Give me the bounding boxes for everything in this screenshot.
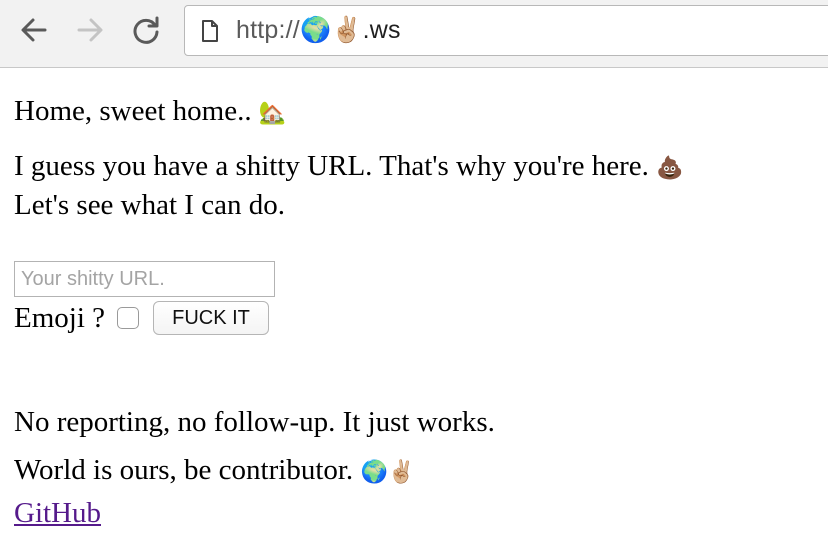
emoji-options-row: Emoji ? FUCK IT <box>14 298 270 338</box>
tagline-2-line: World is ours, be contributor. 🌍✌🏼 <box>14 450 495 493</box>
forward-button[interactable] <box>74 14 106 46</box>
greeting-text: Home, sweet home.. <box>14 95 252 127</box>
intro-text-2: Let's see what I can do. <box>14 189 285 221</box>
browser-toolbar: http://🌍✌🏼.ws <box>0 0 828 68</box>
poop-emoji-icon: 💩 <box>656 156 684 181</box>
url-scheme: http:// <box>236 16 300 44</box>
arrow-left-icon <box>21 18 47 42</box>
address-bar[interactable]: http://🌍✌🏼.ws <box>184 5 828 56</box>
github-line: GitHub <box>14 493 495 533</box>
submit-button[interactable]: FUCK IT <box>153 301 270 335</box>
page-icon <box>202 20 218 42</box>
tagline-1: No reporting, no follow-up. It just work… <box>14 406 495 438</box>
url-text[interactable]: http://🌍✌🏼.ws <box>236 16 401 45</box>
url-emoji: 🌍✌🏼 <box>299 16 363 44</box>
intro-text-1: I guess you have a shitty URL. That's wh… <box>14 150 649 182</box>
house-emoji-icon: 🏡 <box>258 101 287 126</box>
reload-icon <box>133 16 159 44</box>
page-content: Home, sweet home.. 🏡 I guess you have a … <box>14 93 814 223</box>
back-button[interactable] <box>18 14 50 46</box>
greeting-line: Home, sweet home.. 🏡 <box>14 93 814 132</box>
emoji-label: Emoji ? <box>14 301 106 334</box>
globe-peace-emoji-icon: 🌍✌🏼 <box>360 460 416 485</box>
intro-line-1: I guess you have a shitty URL. That's wh… <box>14 148 814 187</box>
footer: No reporting, no follow-up. It just work… <box>14 402 495 533</box>
github-link[interactable]: GitHub <box>14 497 101 529</box>
intro-line-2: Let's see what I can do. <box>14 187 814 223</box>
url-suffix: .ws <box>362 16 401 44</box>
arrow-right-icon <box>77 18 103 42</box>
url-input[interactable] <box>14 261 275 297</box>
tagline-2: World is ours, be contributor. <box>14 454 354 486</box>
emoji-checkbox[interactable] <box>117 307 140 329</box>
reload-button[interactable] <box>130 14 162 46</box>
